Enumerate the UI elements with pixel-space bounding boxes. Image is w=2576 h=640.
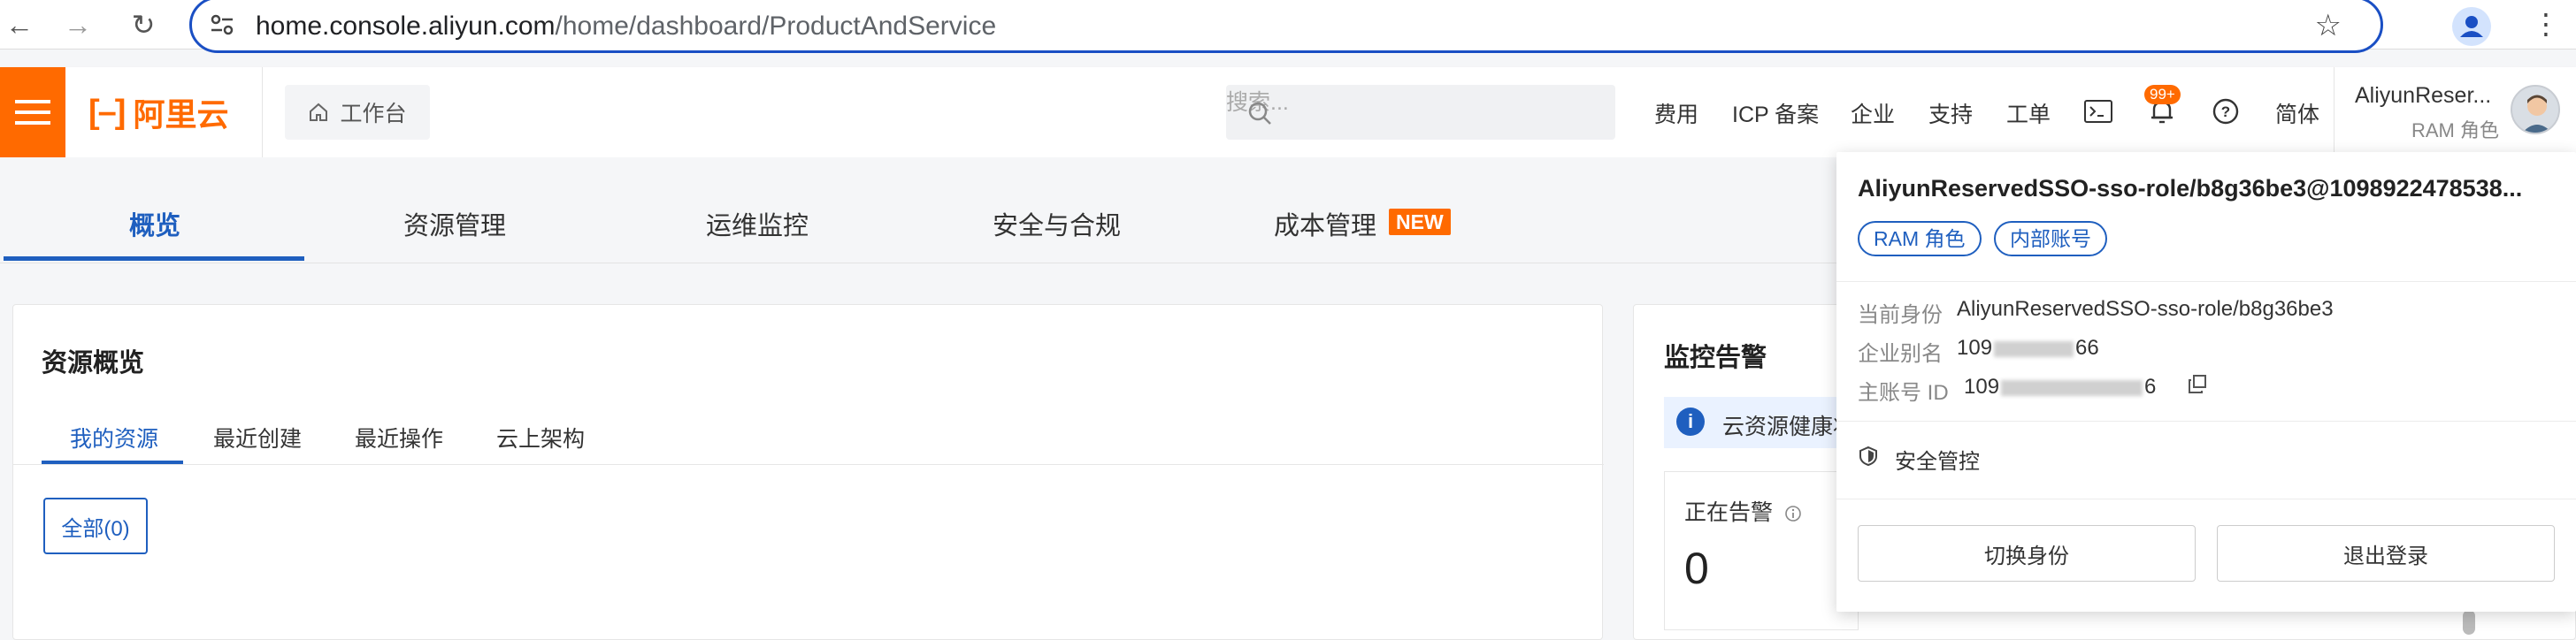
shield-icon <box>1859 446 1877 467</box>
workbench-label: 工作台 <box>340 102 407 126</box>
browser-menu-icon[interactable]: ⋮ <box>2532 7 2560 41</box>
link-enterprise[interactable]: 企业 <box>1851 97 1895 129</box>
new-badge: NEW <box>1389 209 1451 235</box>
account-prefix: 109 <box>1964 375 2000 399</box>
tag-ram-role: RAM 角色 <box>1858 221 1982 256</box>
resource-overview-card: 资源概览 我的资源 最近创建 最近操作 云上架构 全部(0) <box>12 304 1604 640</box>
site-info-icon[interactable] <box>208 11 236 38</box>
tab-overview[interactable]: 概览 <box>129 205 180 242</box>
subtab-my-resources[interactable]: 我的资源 <box>70 422 158 453</box>
alias-suffix: 66 <box>2075 336 2099 360</box>
forward-icon[interactable]: → <box>60 7 96 42</box>
tab-cost[interactable]: 成本管理 <box>1274 205 1376 242</box>
link-billing[interactable]: 费用 <box>1654 97 1698 129</box>
switch-identity-button[interactable]: 切换身份 <box>1858 525 2196 582</box>
workbench-button[interactable]: 工作台 <box>285 85 430 140</box>
user-name[interactable]: AliyunReser... <box>2355 83 2491 109</box>
console-header: [–] 阿里云 工作台 搜索... 费用 ICP 备案 企业 支持 工单 99+… <box>0 67 2576 157</box>
info-circle-icon <box>1785 506 1801 522</box>
account-suffix: 6 <box>2144 375 2157 399</box>
aliyun-logo[interactable]: [–] 阿里云 <box>88 92 228 133</box>
account-full-name: AliyunReservedSSO-sso-role/b8g36be3@1098… <box>1858 175 2523 202</box>
filter-all-button[interactable]: 全部(0) <box>43 498 148 554</box>
tab-security[interactable]: 安全与合规 <box>993 205 1121 242</box>
subtab-recent-created[interactable]: 最近创建 <box>213 422 302 453</box>
search-input[interactable]: 搜索... <box>1226 85 1615 140</box>
profile-icon[interactable] <box>2452 7 2491 46</box>
info-icon: i <box>1676 408 1705 436</box>
account-id-label: 主账号 ID <box>1858 381 1949 405</box>
divider <box>1836 421 2576 422</box>
tab-ops[interactable]: 运维监控 <box>706 205 809 242</box>
url-text[interactable]: home.console.aliyun.com/home/dashboard/P… <box>256 11 996 42</box>
menu-icon[interactable] <box>0 67 65 157</box>
url-host: home.console.aliyun.com <box>256 11 556 41</box>
alias-value: 109 66 <box>1957 336 2099 361</box>
reload-icon[interactable]: ↻ <box>126 7 161 42</box>
search-icon <box>1248 102 1271 125</box>
logout-button[interactable]: 退出登录 <box>2217 525 2555 582</box>
alarm-label-text: 正在告警 <box>1684 500 1774 525</box>
language-switch[interactable]: 简体 <box>2275 97 2319 129</box>
subtab-recent-ops[interactable]: 最近操作 <box>355 422 443 453</box>
alarm-stat[interactable]: 正在告警 0 <box>1664 471 1859 630</box>
redacted-mask <box>2001 379 2143 396</box>
divider <box>262 67 263 157</box>
alias-label: 企业别名 <box>1858 342 1943 366</box>
user-dropdown: AliyunReservedSSO-sso-role/b8g36be3@1098… <box>1836 152 2576 612</box>
identity-value: AliyunReservedSSO-sso-role/b8g36be3 <box>1957 297 2334 321</box>
link-icp[interactable]: ICP 备案 <box>1732 97 1819 129</box>
copy-icon[interactable] <box>2187 374 2208 395</box>
info-text: 云资源健康状 <box>1722 415 1856 439</box>
back-icon[interactable]: ← <box>2 7 37 42</box>
svg-text:?: ? <box>2221 103 2230 120</box>
browser-toolbar: ← → ↻ home.console.aliyun.com/home/dashb… <box>0 0 2576 53</box>
subtab-cloud-architecture[interactable]: 云上架构 <box>496 422 585 453</box>
scrollbar[interactable] <box>2463 610 2475 635</box>
bookmark-star-icon[interactable]: ☆ <box>2315 8 2342 43</box>
link-ticket[interactable]: 工单 <box>2006 97 2051 129</box>
divider <box>13 464 1604 465</box>
identity-label: 当前身份 <box>1858 303 1943 327</box>
cloud-shell-icon[interactable] <box>2077 88 2120 134</box>
notification-badge: 99+ <box>2144 85 2181 104</box>
alarm-label: 正在告警 <box>1684 495 1802 527</box>
card-title: 监控告警 <box>1664 344 1767 372</box>
alias-prefix: 109 <box>1957 336 1993 360</box>
account-id-value: 109 6 <box>1964 375 2156 400</box>
link-support[interactable]: 支持 <box>1928 97 1973 129</box>
alarm-count: 0 <box>1684 544 1709 593</box>
tag-internal-account: 内部账号 <box>1994 221 2107 256</box>
home-icon <box>310 103 328 121</box>
redacted-mask <box>1994 340 2074 357</box>
card-title: 资源概览 <box>42 349 145 377</box>
active-tab-indicator <box>4 256 304 261</box>
divider <box>1836 281 2576 282</box>
avatar[interactable] <box>2511 85 2560 134</box>
logo-text: 阿里云 <box>133 96 229 133</box>
url-path: /home/dashboard/ProductAndService <box>555 11 997 41</box>
logo-mark-icon: [–] <box>88 93 126 131</box>
help-icon[interactable]: ? <box>2204 88 2247 134</box>
user-role: RAM 角色 <box>2411 119 2500 141</box>
security-control-link[interactable]: 安全管控 <box>1895 444 1980 475</box>
tab-resources[interactable]: 资源管理 <box>403 205 506 242</box>
address-bar[interactable]: home.console.aliyun.com/home/dashboard/P… <box>189 0 2383 53</box>
